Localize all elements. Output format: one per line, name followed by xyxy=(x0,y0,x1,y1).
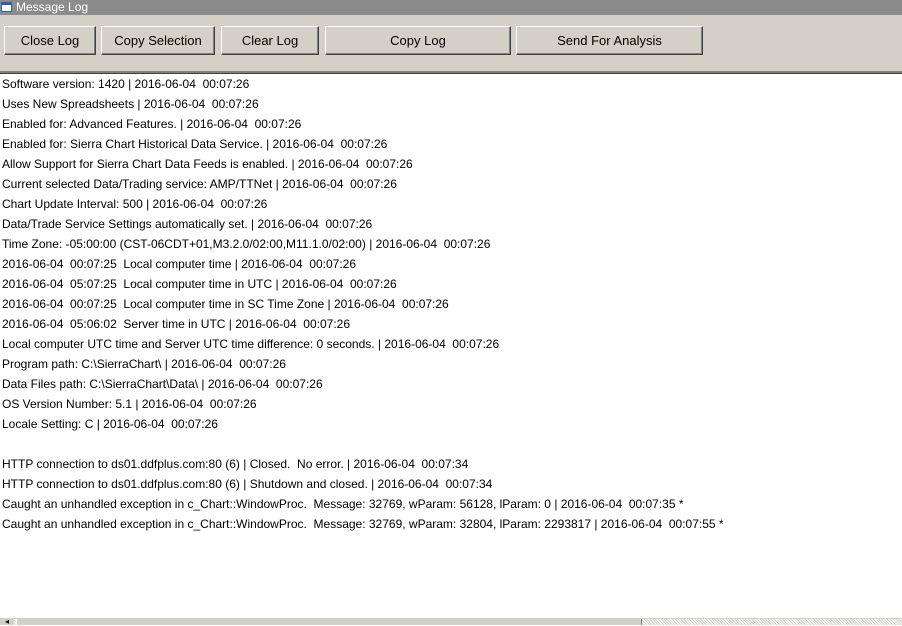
send-for-analysis-button[interactable]: Send For Analysis xyxy=(516,26,703,55)
log-line: Data Files path: C:\SierraChart\Data\ | … xyxy=(2,377,323,391)
log-line: Caught an unhandled exception in c_Chart… xyxy=(2,517,724,531)
log-line: 2016-06-04 00:07:25 Local computer time … xyxy=(2,257,357,271)
title-bar[interactable]: Message Log xyxy=(0,0,902,15)
message-log-area[interactable]: Software version: 1420 | 2016-06-04 00:0… xyxy=(0,74,902,618)
log-line: Local computer UTC time and Server UTC t… xyxy=(2,337,500,351)
log-line: Program path: C:\SierraChart\ | 2016-06-… xyxy=(2,357,286,371)
log-line: Uses New Spreadsheets | 2016-06-04 00:07… xyxy=(2,97,259,111)
log-line: 2016-06-04 00:07:25 Local computer time … xyxy=(2,297,449,311)
copy-selection-button[interactable]: Copy Selection xyxy=(101,26,215,55)
log-line: Data/Trade Service Settings automaticall… xyxy=(2,217,373,231)
copy-log-button[interactable]: Copy Log xyxy=(325,26,511,55)
log-line: HTTP connection to ds01.ddfplus.com:80 (… xyxy=(2,457,469,471)
scrollbar-thumb[interactable] xyxy=(16,619,642,625)
log-line: 2016-06-04 05:07:25 Local computer time … xyxy=(2,277,397,291)
window-icon xyxy=(1,2,12,12)
log-line: Caught an unhandled exception in c_Chart… xyxy=(2,497,684,511)
log-line: Allow Support for Sierra Chart Data Feed… xyxy=(2,157,413,171)
log-line: 2016-06-04 05:06:02 Server time in UTC |… xyxy=(2,317,350,331)
toolbar: Close Log Copy Selection Clear Log Copy … xyxy=(0,15,902,71)
log-line: Time Zone: -05:00:00 (CST-06CDT+01,M3.2.… xyxy=(2,237,491,251)
clear-log-button[interactable]: Clear Log xyxy=(221,26,319,55)
log-line: Locale Setting: C | 2016-06-04 00:07:26 xyxy=(2,417,218,431)
log-line: Chart Update Interval: 500 | 2016-06-04 … xyxy=(2,197,268,211)
log-line: Enabled for: Sierra Chart Historical Dat… xyxy=(2,137,388,151)
log-line: Enabled for: Advanced Features. | 2016-0… xyxy=(2,117,302,131)
log-line: OS Version Number: 5.1 | 2016-06-04 00:0… xyxy=(2,397,257,411)
window-title: Message Log xyxy=(16,0,89,14)
close-log-button[interactable]: Close Log xyxy=(4,26,96,55)
log-line: Software version: 1420 | 2016-06-04 00:0… xyxy=(2,77,250,91)
log-line: Current selected Data/Trading service: A… xyxy=(2,177,397,191)
scroll-left-arrow-icon[interactable]: ◂ xyxy=(0,618,14,626)
log-line: HTTP connection to ds01.ddfplus.com:80 (… xyxy=(2,477,493,491)
